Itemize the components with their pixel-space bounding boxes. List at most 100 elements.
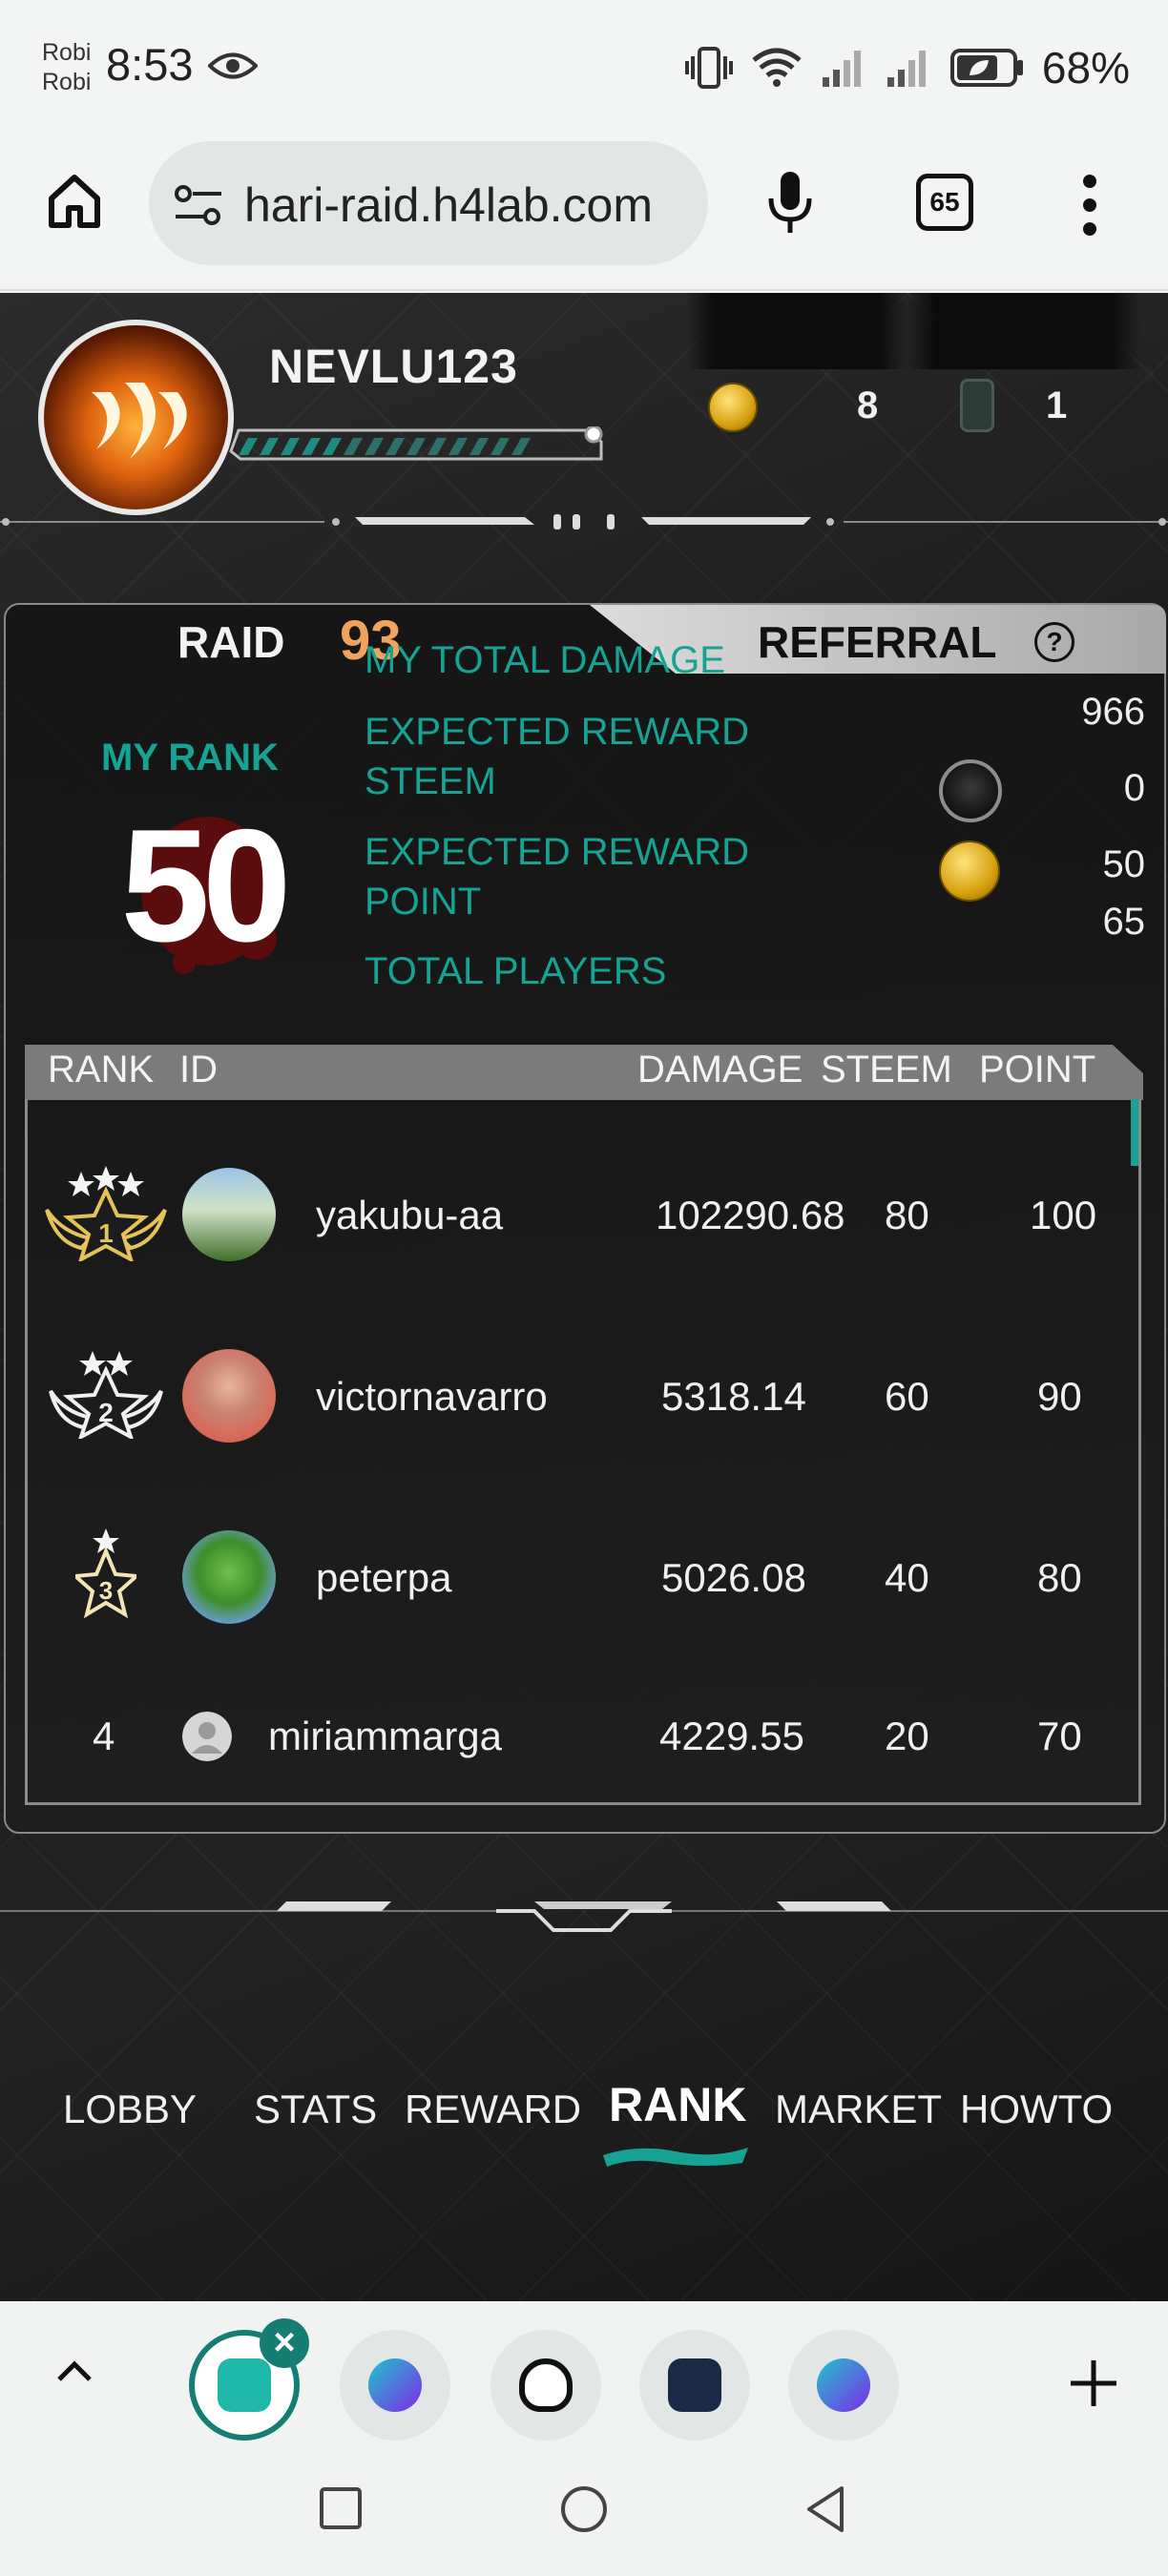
total-damage-value: 966 xyxy=(1081,691,1145,733)
table-row[interactable]: 2 victornavarro 5318.14 60 90 xyxy=(28,1338,1138,1471)
tab-raid[interactable]: RAID xyxy=(177,616,284,668)
reward-steem-value: 0 xyxy=(1123,767,1145,809)
ticket-counter-bg xyxy=(907,293,1140,369)
player-point: 100 xyxy=(1030,1193,1097,1237)
total-players-label: TOTAL PLAYERS xyxy=(365,950,667,992)
total-players-value: 65 xyxy=(1102,901,1146,943)
reward-point-label-line2: POINT xyxy=(365,881,482,923)
h4lab-favicon-icon xyxy=(218,2358,271,2412)
vibrate-icon xyxy=(684,47,733,89)
player-steem: 20 xyxy=(885,1714,929,1758)
home-icon[interactable] xyxy=(46,172,103,229)
reward-steem-label-line2: STEEM xyxy=(365,760,496,802)
tab-chip[interactable] xyxy=(490,2330,601,2441)
active-tab-brush-icon xyxy=(603,2148,748,2167)
ticket-icon xyxy=(960,379,994,432)
status-bar: Robi Robi 8:53 68% xyxy=(0,0,1168,134)
rank-3-badge-icon: 3 xyxy=(75,1528,136,1618)
site-settings-icon[interactable] xyxy=(174,184,223,226)
header-steem: STEEM xyxy=(821,1049,952,1091)
signal-icon-2 xyxy=(886,51,926,87)
rank-1-number: 1 xyxy=(98,1218,114,1248)
url-text[interactable]: hari-raid.h4lab.com xyxy=(244,177,693,233)
nav-stats[interactable]: STATS xyxy=(254,2087,377,2132)
rank-table[interactable]: 1 yakubu-aa 102290.68 80 100 2 victornav… xyxy=(25,1099,1141,1805)
tab-referral[interactable]: REFERRAL xyxy=(758,616,996,668)
reward-steem-label-line1: EXPECTED REWARD xyxy=(365,711,750,753)
nav-market[interactable]: MARKET xyxy=(775,2087,942,2132)
nav-reward[interactable]: REWARD xyxy=(405,2087,581,2132)
mic-icon[interactable] xyxy=(763,170,817,237)
close-tab-icon[interactable]: × xyxy=(260,2318,309,2368)
player-damage: 4229.55 xyxy=(659,1714,804,1758)
player-damage: 102290.68 xyxy=(656,1193,845,1237)
table-row[interactable]: 4 miriammarga 4229.55 20 70 xyxy=(28,1691,1138,1786)
nav-rank[interactable]: RANK xyxy=(609,2077,746,2132)
home-circle-icon[interactable] xyxy=(559,2484,609,2534)
tab-strip: × xyxy=(0,2301,1168,2454)
reward-point-label-line1: EXPECTED REWARD xyxy=(365,831,750,873)
help-icon[interactable]: ? xyxy=(1034,622,1074,662)
point-coin-icon xyxy=(939,841,1000,902)
more-menu-icon[interactable] xyxy=(1078,174,1101,237)
table-row[interactable]: 3 peterpa 5026.08 40 80 xyxy=(28,1519,1138,1652)
player-id[interactable]: peterpa xyxy=(316,1555,451,1601)
battery-icon xyxy=(949,49,1023,87)
chevron-up-icon[interactable] xyxy=(55,2357,94,2385)
default-avatar-icon[interactable] xyxy=(182,1712,232,1761)
player-id[interactable]: miriammarga xyxy=(268,1714,502,1759)
carrier-1: Robi xyxy=(42,39,92,66)
clock: 8:53 xyxy=(106,39,194,90)
address-bar[interactable]: hari-raid.h4lab.com xyxy=(149,141,708,265)
avatar[interactable] xyxy=(182,1168,276,1261)
player-steem: 60 xyxy=(885,1374,929,1419)
tab-chip[interactable] xyxy=(788,2330,899,2441)
player-point: 80 xyxy=(1037,1555,1082,1600)
xp-stripe xyxy=(365,438,384,455)
footer-divider xyxy=(0,1901,1168,1932)
game-nav: LOBBY STATS REWARD RANK MARKET HOWTO xyxy=(0,2078,1168,2163)
xp-stripe xyxy=(323,438,342,455)
tab-chip[interactable] xyxy=(639,2330,750,2441)
back-icon[interactable] xyxy=(803,2484,847,2534)
game-viewport: NEVLU123 8 1 RAID 93 REFERRAL ? MY RANK … xyxy=(0,293,1168,2301)
player-steem: 40 xyxy=(885,1555,929,1600)
carrier-label: Robi Robi xyxy=(42,38,91,97)
wifi-icon xyxy=(752,48,802,87)
table-row[interactable]: 1 yakubu-aa 102290.68 80 100 xyxy=(28,1156,1138,1290)
header-divider xyxy=(0,514,1168,530)
rank-2-badge-icon: 2 xyxy=(49,1351,163,1439)
xp-stripe xyxy=(260,438,279,455)
reward-point-label: EXPECTED REWARD POINT xyxy=(365,827,749,926)
avatar[interactable] xyxy=(182,1530,276,1624)
xp-bar xyxy=(229,426,603,461)
xp-stripe xyxy=(281,438,300,455)
player-rank: 4 xyxy=(93,1714,115,1758)
recents-icon[interactable] xyxy=(319,2486,363,2530)
header-rank: RANK xyxy=(48,1049,155,1091)
ghost-favicon-icon xyxy=(519,2358,573,2412)
avatar[interactable] xyxy=(182,1349,276,1443)
xp-stripe xyxy=(448,438,468,455)
player-id[interactable]: yakubu-aa xyxy=(316,1193,503,1238)
my-rank-value: 50 xyxy=(120,796,292,975)
header-damage: DAMAGE xyxy=(637,1049,803,1091)
nav-lobby[interactable]: LOBBY xyxy=(63,2087,197,2132)
status-icons: 68% xyxy=(684,42,1130,93)
player-avatar[interactable] xyxy=(38,320,234,515)
player-id[interactable]: victornavarro xyxy=(316,1374,548,1420)
rank-1-badge-icon: 1 xyxy=(45,1166,167,1261)
eye-icon xyxy=(208,52,258,79)
carrier-2: Robi xyxy=(42,69,92,95)
xp-stripe xyxy=(407,438,426,455)
new-tab-icon[interactable] xyxy=(1067,2357,1120,2410)
reward-steem-label: EXPECTED REWARD STEEM xyxy=(365,707,749,806)
tab-chip[interactable] xyxy=(340,2330,450,2441)
xp-stripe xyxy=(239,438,258,455)
xp-stripe xyxy=(428,438,447,455)
reward-point-value: 50 xyxy=(1102,843,1146,885)
player-point: 70 xyxy=(1037,1714,1082,1758)
canva-icon xyxy=(817,2358,870,2412)
nav-howto[interactable]: HOWTO xyxy=(960,2087,1113,2132)
tab-switcher-button[interactable]: 65 xyxy=(916,174,973,231)
